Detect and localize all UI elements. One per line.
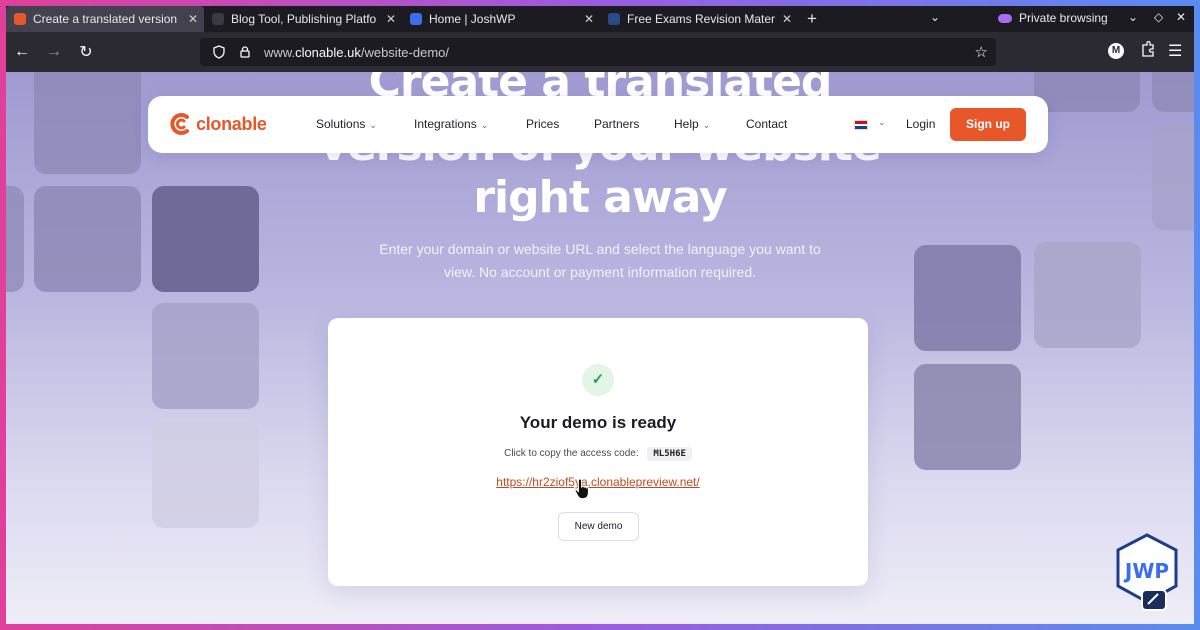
decor-tile bbox=[152, 422, 259, 528]
joshwp-watermark-logo: JWP bbox=[1116, 533, 1178, 611]
decor-tile bbox=[914, 245, 1021, 351]
minimize-icon[interactable]: ⌄ bbox=[1128, 10, 1138, 24]
clonable-favicon-icon bbox=[14, 13, 26, 25]
nav-contact[interactable]: Contact bbox=[746, 117, 787, 131]
private-browsing-indicator: Private browsing bbox=[998, 11, 1108, 25]
login-link[interactable]: Login bbox=[906, 117, 935, 131]
extensions-puzzle-icon[interactable] bbox=[1140, 41, 1156, 59]
ghost-favicon-icon bbox=[212, 13, 224, 25]
private-browsing-label: Private browsing bbox=[1019, 11, 1108, 25]
reload-icon[interactable]: ↻ bbox=[70, 42, 102, 62]
nav-prices[interactable]: Prices bbox=[526, 117, 559, 131]
exams-favicon-icon bbox=[608, 13, 620, 25]
nav-label: Integrations bbox=[414, 117, 477, 131]
tab-title: Home | JoshWP bbox=[429, 12, 516, 26]
demo-preview-link[interactable]: https://hr2ziof5ya.clonablepreview.net/ bbox=[328, 475, 868, 489]
nav-partners[interactable]: Partners bbox=[594, 117, 639, 131]
extension-m-icon[interactable]: M bbox=[1108, 43, 1124, 59]
tab-free-exams[interactable]: Free Exams Revision Mater ✕ bbox=[600, 6, 798, 32]
close-tab-icon[interactable]: ✕ bbox=[584, 12, 594, 26]
svg-text:JWP: JWP bbox=[1123, 559, 1169, 583]
checkmark-icon: ✓ bbox=[582, 364, 614, 396]
url-text[interactable]: www.clonable.uk/website-demo/ bbox=[264, 45, 449, 60]
netherlands-flag-icon[interactable] bbox=[854, 120, 868, 130]
access-code-badge[interactable]: ML5H6E bbox=[647, 447, 692, 461]
copy-code-prompt: Click to copy the access code: bbox=[504, 448, 639, 459]
lock-icon[interactable] bbox=[238, 45, 252, 59]
hero-subtitle-line2: view. No account or payment information … bbox=[443, 264, 757, 280]
clonable-logo[interactable]: clonable bbox=[170, 112, 267, 136]
navigation-toolbar: ← → ↻ www.clonable.uk/website-demo/ ☆ M … bbox=[6, 32, 1194, 72]
decor-tile bbox=[914, 364, 1021, 470]
site-header: clonable Solutions ⌄ Integrations ⌄ Prices… bbox=[148, 96, 1048, 153]
card-title: Your demo is ready bbox=[519, 413, 677, 432]
tab-blog-tool[interactable]: Blog Tool, Publishing Platfo ✕ bbox=[204, 6, 402, 32]
private-mask-icon bbox=[998, 13, 1012, 23]
nav-integrations[interactable]: Integrations ⌄ bbox=[414, 117, 488, 131]
nav-label: Help bbox=[674, 117, 699, 131]
chevron-down-icon: ⌄ bbox=[480, 120, 489, 130]
nav-help[interactable]: Help ⌄ bbox=[674, 117, 710, 131]
language-chevron-down-icon[interactable]: ⌄ bbox=[878, 117, 886, 128]
decor-tile bbox=[1034, 242, 1141, 348]
tab-clonable[interactable]: Create a translated version ✕ bbox=[6, 6, 204, 32]
access-code-row: Click to copy the access code: ML5H6E bbox=[328, 447, 868, 461]
url-prefix: www. bbox=[264, 44, 296, 60]
url-domain: clonable.uk bbox=[295, 44, 361, 60]
signup-button[interactable]: Sign up bbox=[950, 108, 1026, 141]
close-tab-icon[interactable]: ✕ bbox=[188, 12, 198, 26]
nav-solutions[interactable]: Solutions ⌄ bbox=[316, 117, 377, 131]
browser-window: Create a translated version ✕ Blog Tool,… bbox=[6, 6, 1194, 624]
list-tabs-chevron-icon[interactable]: ⌄ bbox=[930, 10, 940, 24]
clonable-logo-icon bbox=[170, 113, 189, 135]
tab-bar: Create a translated version ✕ Blog Tool,… bbox=[6, 6, 1194, 32]
forward-arrow-icon[interactable]: → bbox=[38, 43, 70, 61]
shield-icon[interactable] bbox=[212, 45, 226, 59]
hand-pointer-cursor-icon bbox=[574, 478, 589, 500]
maximize-icon[interactable]: ◇ bbox=[1154, 10, 1163, 24]
menu-hamburger-icon[interactable]: ☰ bbox=[1168, 41, 1182, 61]
nav-label: Solutions bbox=[316, 117, 366, 131]
close-tab-icon[interactable]: ✕ bbox=[386, 12, 396, 26]
logo-text: clonable bbox=[196, 113, 267, 134]
new-tab-button[interactable]: + bbox=[798, 9, 826, 29]
joshwp-favicon-icon bbox=[410, 13, 422, 25]
tab-title: Free Exams Revision Mater bbox=[627, 12, 776, 26]
close-tab-icon[interactable]: ✕ bbox=[782, 12, 792, 26]
bookmark-star-icon[interactable]: ☆ bbox=[975, 43, 988, 61]
new-demo-button[interactable]: New demo bbox=[558, 512, 639, 541]
close-window-icon[interactable]: ✕ bbox=[1176, 10, 1186, 24]
decor-tile bbox=[152, 303, 259, 409]
hero-title-line3: right away bbox=[473, 172, 727, 223]
tab-title: Blog Tool, Publishing Platfo bbox=[231, 12, 377, 26]
address-bar[interactable]: www.clonable.uk/website-demo/ ☆ bbox=[200, 38, 996, 66]
web-page: Create a translated version of your webs… bbox=[6, 72, 1194, 624]
url-path: /website-demo/ bbox=[360, 44, 449, 60]
hero-subtitle: Enter your domain or website URL and sel… bbox=[350, 238, 850, 284]
tab-joshwp[interactable]: Home | JoshWP ✕ bbox=[402, 6, 600, 32]
chevron-down-icon: ⌄ bbox=[702, 120, 711, 130]
demo-result-card: ✓ Your demo is ready Click to copy the a… bbox=[328, 318, 868, 586]
chevron-down-icon: ⌄ bbox=[369, 120, 377, 130]
tab-title: Create a translated version bbox=[33, 12, 178, 26]
hero-subtitle-line1: Enter your domain or website URL and sel… bbox=[379, 241, 821, 257]
back-arrow-icon[interactable]: ← bbox=[6, 43, 38, 61]
